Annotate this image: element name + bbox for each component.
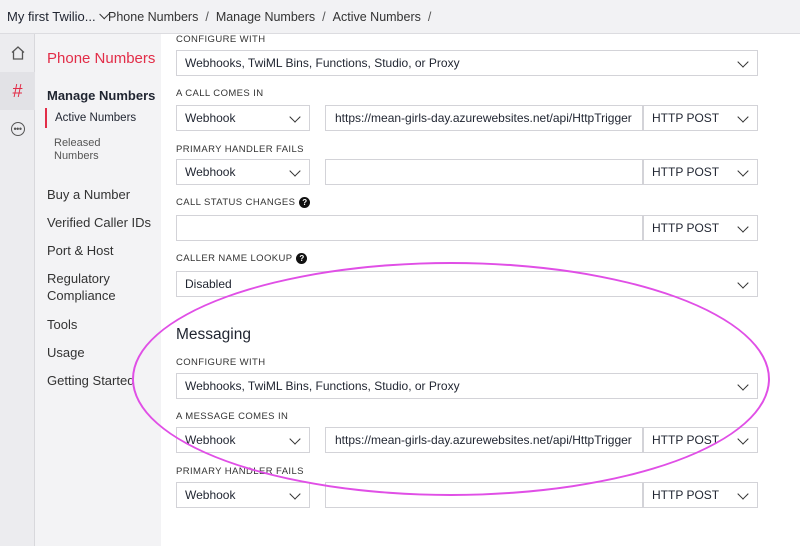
side-nav-port-host[interactable]: Port & Host (47, 242, 113, 259)
side-nav-buy-number[interactable]: Buy a Number (47, 186, 130, 203)
primary-fails-method-select[interactable]: HTTP POST (643, 159, 758, 185)
account-label: My first Twilio... (7, 9, 96, 24)
status-changes-method-select[interactable]: HTTP POST (643, 215, 758, 241)
breadcrumb-manage-numbers[interactable]: Manage Numbers (216, 10, 315, 24)
voice-configure-label: CONFIGURE WITH (176, 34, 266, 45)
messaging-configure-label: CONFIGURE WITH (176, 357, 266, 368)
messaging-primary-fails-type-select[interactable]: Webhook (176, 482, 310, 508)
status-changes-label-row: CALL STATUS CHANGES ? (176, 197, 311, 208)
side-nav-verified-caller-ids[interactable]: Verified Caller IDs (47, 214, 151, 231)
breadcrumb-separator: / (427, 9, 432, 24)
caller-lookup-label: CALLER NAME LOOKUP (176, 253, 293, 264)
breadcrumb-separator: / (205, 9, 209, 24)
side-nav-tools[interactable]: Tools (47, 316, 77, 333)
side-nav-released-numbers[interactable]: Released Numbers (54, 137, 134, 163)
messaging-heading: Messaging (176, 326, 251, 343)
chevron-down-icon (737, 221, 749, 233)
status-changes-url-input[interactable] (176, 215, 643, 241)
primary-fails-url-input[interactable] (325, 159, 643, 185)
voice-configure-value: Webhooks, TwiML Bins, Functions, Studio,… (185, 56, 460, 70)
call-comes-in-method: HTTP POST (652, 111, 720, 125)
message-comes-in-type: Webhook (185, 433, 236, 447)
call-comes-in-type: Webhook (185, 111, 236, 125)
side-nav-active-indicator: Active Numbers (45, 108, 161, 128)
main-content: CONFIGURE WITH Webhooks, TwiML Bins, Fun… (161, 34, 800, 546)
side-nav-title[interactable]: Phone Numbers (47, 50, 155, 67)
status-changes-method: HTTP POST (652, 221, 720, 235)
chevron-down-icon (289, 433, 301, 445)
side-nav-usage[interactable]: Usage (47, 344, 85, 361)
caller-lookup-label-row: CALLER NAME LOOKUP ? (176, 253, 308, 264)
help-icon[interactable]: ? (299, 197, 311, 208)
icon-rail: # ••• (0, 34, 35, 546)
side-nav-regulatory-compliance[interactable]: Regulatory Compliance (47, 270, 137, 304)
hash-icon[interactable]: # (0, 72, 35, 110)
side-nav-getting-started[interactable]: Getting Started (47, 372, 134, 389)
primary-fails-method: HTTP POST (652, 165, 720, 179)
primary-fails-type-select[interactable]: Webhook (176, 159, 310, 185)
call-comes-in-type-select[interactable]: Webhook (176, 105, 310, 131)
messaging-primary-fails-url-input[interactable] (325, 482, 643, 508)
messaging-primary-fails-type: Webhook (185, 488, 236, 502)
voice-configure-select[interactable]: Webhooks, TwiML Bins, Functions, Studio,… (176, 50, 758, 76)
chevron-down-icon (737, 379, 749, 391)
breadcrumb-phone-numbers[interactable]: Phone Numbers (108, 10, 198, 24)
chevron-down-icon (289, 488, 301, 500)
chevron-down-icon (737, 277, 749, 289)
messaging-primary-fails-method: HTTP POST (652, 488, 720, 502)
call-comes-in-method-select[interactable]: HTTP POST (643, 105, 758, 131)
primary-fails-label: PRIMARY HANDLER FAILS (176, 144, 304, 155)
account-switcher[interactable]: My first Twilio... (0, 8, 110, 24)
breadcrumb-separator: / (322, 9, 326, 24)
caller-lookup-select[interactable]: Disabled (176, 271, 758, 297)
message-comes-in-label: A MESSAGE COMES IN (176, 411, 289, 422)
chevron-down-icon (737, 165, 749, 177)
messaging-configure-value: Webhooks, TwiML Bins, Functions, Studio,… (185, 379, 460, 393)
chevron-down-icon (737, 56, 749, 68)
primary-fails-type: Webhook (185, 165, 236, 179)
side-nav-manage-numbers[interactable]: Manage Numbers (47, 88, 155, 103)
message-comes-in-method: HTTP POST (652, 433, 720, 447)
chevron-down-icon (737, 111, 749, 123)
home-icon[interactable] (0, 34, 35, 72)
chevron-down-icon (289, 111, 301, 123)
chevron-down-icon (737, 433, 749, 445)
message-comes-in-method-select[interactable]: HTTP POST (643, 427, 758, 453)
call-comes-in-label: A CALL COMES IN (176, 88, 264, 99)
help-icon[interactable]: ? (296, 253, 308, 264)
chevron-down-icon (737, 488, 749, 500)
messaging-primary-fails-method-select[interactable]: HTTP POST (643, 482, 758, 508)
message-comes-in-url-input[interactable]: https://mean-girls-day.azurewebsites.net… (325, 427, 643, 453)
more-icon[interactable]: ••• (0, 110, 35, 148)
breadcrumb: Phone Numbers / Manage Numbers / Active … (108, 10, 438, 24)
message-comes-in-type-select[interactable]: Webhook (176, 427, 310, 453)
top-bar: My first Twilio... Phone Numbers / Manag… (0, 0, 800, 34)
messaging-primary-fails-label: PRIMARY HANDLER FAILS (176, 466, 304, 477)
caller-lookup-value: Disabled (185, 277, 232, 291)
status-changes-label: CALL STATUS CHANGES (176, 197, 296, 208)
chevron-down-icon (289, 165, 301, 177)
call-comes-in-url-input[interactable]: https://mean-girls-day.azurewebsites.net… (325, 105, 643, 131)
messaging-configure-select[interactable]: Webhooks, TwiML Bins, Functions, Studio,… (176, 373, 758, 399)
message-comes-in-url: https://mean-girls-day.azurewebsites.net… (335, 433, 632, 447)
side-nav-active-numbers[interactable]: Active Numbers (47, 108, 161, 128)
side-nav: Phone Numbers Manage Numbers Active Numb… (35, 34, 161, 546)
call-comes-in-url: https://mean-girls-day.azurewebsites.net… (335, 111, 632, 125)
breadcrumb-active-numbers[interactable]: Active Numbers (333, 10, 421, 24)
